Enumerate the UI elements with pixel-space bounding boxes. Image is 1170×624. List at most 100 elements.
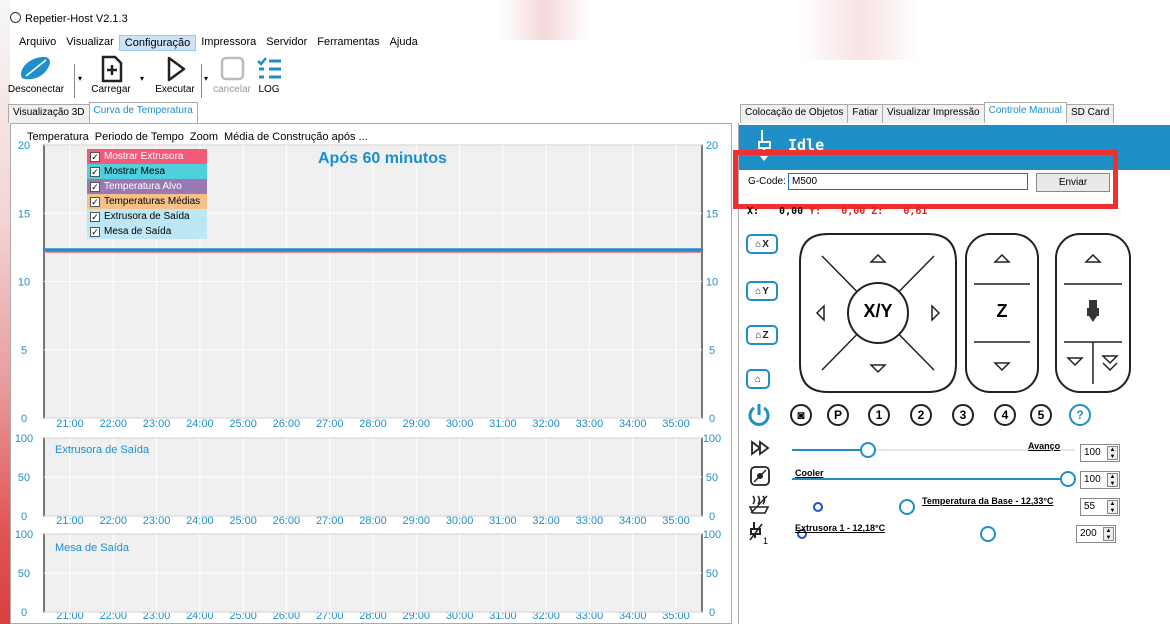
checkbox-checked-icon[interactable]: ✓: [90, 226, 100, 237]
decorative-band: [800, 0, 920, 60]
cooler-label: Cooler: [795, 468, 824, 478]
home-icon: ⌂: [754, 373, 762, 385]
home-z-button[interactable]: ⌂ Z: [746, 325, 778, 345]
bed-temp-spinbox[interactable]: 55 ▲ ▼: [1080, 498, 1120, 516]
x-tick-label: 25:00: [229, 418, 257, 430]
y-tick-label: 0: [709, 511, 715, 523]
x-tick-label: 21:00: [56, 515, 84, 527]
x-tick-label: 27:00: [316, 418, 344, 430]
home-all-button[interactable]: ⌂: [746, 369, 770, 389]
legend-item-show-bed[interactable]: ✓ Mostrar Mesa: [87, 164, 207, 179]
highlight-box: [733, 150, 1118, 209]
macro-4-button[interactable]: 4: [994, 404, 1016, 426]
x-tick-label: 30:00: [446, 515, 474, 527]
x-label: X:: [747, 206, 760, 217]
legend-item-target-temp[interactable]: ✓ Temperatura Alvo: [87, 179, 207, 194]
legend-item-extruder-output[interactable]: ✓ Extrusora de Saída: [87, 209, 207, 224]
help-button[interactable]: ?: [1069, 404, 1091, 426]
temperature-charts: 21:00 22:00 23:00 24:00 25:00 26:00 27:00 28:00…: [15, 140, 721, 622]
spin-arrows-icon[interactable]: ▲ ▼: [1103, 527, 1114, 541]
legend-item-average-temps[interactable]: ✓ Temperaturas Médias: [87, 194, 207, 209]
x-tick-label: 26:00: [273, 418, 301, 430]
x-tick-label: 35:00: [662, 515, 690, 527]
y-tick-label: 10: [706, 277, 718, 289]
extruder-temp-spinbox[interactable]: 200 ▲ ▼: [1076, 525, 1116, 543]
extruder-jog-pad[interactable]: [1054, 232, 1132, 394]
y-tick-label: 5: [21, 345, 27, 357]
checkbox-checked-icon[interactable]: ✓: [90, 181, 100, 192]
macro-1-button[interactable]: 1: [868, 404, 890, 426]
feed-rate-spinbox[interactable]: 100 ▲ ▼: [1080, 444, 1120, 462]
y-tick-label: 0: [709, 413, 715, 425]
position-readout: X: 0,00 Y: 0,00 Z: 0,61: [747, 206, 927, 217]
home-icon: ⌂: [755, 329, 762, 341]
power-icon[interactable]: [746, 402, 772, 428]
bed-temp-label: Temperatura da Base - 12,33°C: [922, 496, 1054, 506]
home-x-button[interactable]: ⌂ X: [746, 234, 778, 254]
x-tick-label: 27:00: [316, 515, 344, 527]
z-value: 0,61: [903, 206, 928, 217]
y-tick-label: 50: [18, 568, 30, 580]
y-tick-label: 0: [709, 607, 715, 619]
macro-5-button[interactable]: 5: [1030, 404, 1052, 426]
x-tick-label: 24:00: [186, 418, 214, 430]
macro-2-button[interactable]: 2: [910, 404, 932, 426]
checkbox-checked-icon[interactable]: ✓: [90, 211, 100, 222]
fan-icon: [750, 466, 770, 486]
x-tick-label: 23:00: [143, 418, 171, 430]
tab-object-placement[interactable]: Colocação de Objetos: [740, 104, 849, 123]
right-tabbar: Colocação de Objetos Fatiar Visualizar I…: [740, 102, 1115, 123]
x-tick-label: 29:00: [403, 418, 431, 430]
y-tick-label: 15: [706, 208, 718, 220]
y-tick-label: 0: [21, 511, 27, 523]
fast-forward-icon: [751, 440, 770, 456]
z-label: Z:: [871, 206, 884, 217]
home-y-button[interactable]: ⌂ Y: [746, 281, 778, 301]
heated-bed-icon: [748, 495, 770, 514]
x-tick-label: 34:00: [619, 418, 647, 430]
legend-item-show-extruder[interactable]: ✓ Mostrar Extrusora: [87, 149, 207, 164]
x-tick-label: 30:00: [446, 418, 474, 430]
spin-arrows-icon[interactable]: ▲ ▼: [1107, 473, 1118, 487]
extruder-icon: 1: [749, 522, 768, 546]
y-tick-label: 0: [21, 413, 27, 425]
spin-arrows-icon[interactable]: ▲ ▼: [1107, 446, 1118, 460]
y-value: 0,00: [841, 206, 866, 217]
y-tick-label: 50: [706, 472, 718, 484]
x-tick-label: 31:00: [489, 418, 517, 430]
x-tick-label: 22:00: [99, 515, 127, 527]
y-tick-label: 100: [15, 529, 33, 541]
xy-label: X/Y: [863, 301, 893, 321]
y-tick-label: 20: [706, 140, 718, 152]
x-tick-label: 32:00: [532, 515, 560, 527]
home-icon: ⌂: [755, 238, 762, 250]
x-tick-label: 25:00: [229, 515, 257, 527]
chart-legend: ✓ Mostrar Extrusora ✓ Mostrar Mesa ✓ Temper…: [87, 149, 207, 239]
chart-title: Após 60 minutos: [318, 150, 447, 167]
stop-motors-button[interactable]: ◙: [790, 404, 812, 426]
y-label: Y:: [809, 206, 822, 217]
y-tick-label: 0: [21, 607, 27, 619]
x-tick-label: 31:00: [489, 515, 517, 527]
y-tick-label: 100: [15, 433, 33, 445]
checkbox-checked-icon[interactable]: ✓: [90, 166, 100, 177]
x-tick-label: 34:00: [619, 515, 647, 527]
cooler-spinbox[interactable]: 100 ▲ ▼: [1080, 471, 1120, 489]
y-tick-label: 5: [709, 345, 715, 357]
tab-slicer[interactable]: Fatiar: [847, 104, 883, 123]
legend-item-bed-output[interactable]: ✓ Mesa de Saída: [87, 224, 207, 239]
checkbox-checked-icon[interactable]: ✓: [90, 151, 100, 162]
y-tick-label: 15: [18, 208, 30, 220]
extruder-temp-label: Extrusora 1 - 12,18°C: [795, 523, 886, 533]
x-tick-label: 26:00: [273, 515, 301, 527]
x-tick-label: 24:00: [186, 515, 214, 527]
checkbox-checked-icon[interactable]: ✓: [90, 196, 100, 207]
park-button[interactable]: P: [827, 404, 849, 426]
macro-3-button[interactable]: 3: [952, 404, 974, 426]
bed-output-label: Mesa de Saída: [55, 542, 129, 554]
tab-manual-control[interactable]: Controle Manual: [983, 102, 1067, 123]
home-icon: ⌂: [755, 285, 762, 297]
tab-print-preview[interactable]: Visualizar Impressão: [881, 104, 985, 123]
tab-sd-card[interactable]: SD Card: [1065, 104, 1115, 123]
spin-arrows-icon[interactable]: ▲ ▼: [1107, 500, 1118, 514]
